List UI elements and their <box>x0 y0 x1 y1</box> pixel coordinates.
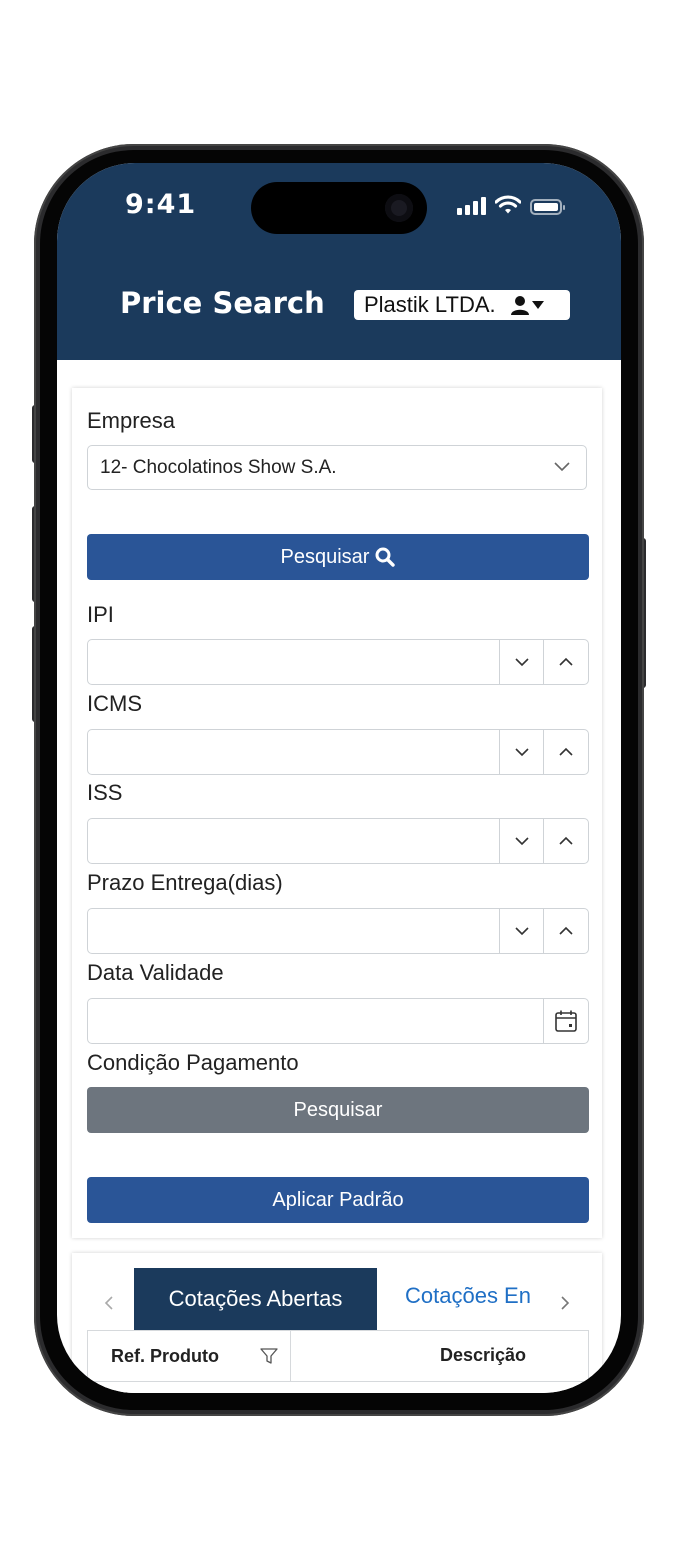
ipi-label: IPI <box>87 602 114 627</box>
chevron-down-icon <box>554 462 570 472</box>
ipi-decrement-button[interactable] <box>499 640 544 684</box>
prazo-increment-button[interactable] <box>543 909 588 953</box>
iss-input[interactable] <box>87 818 589 864</box>
empresa-select[interactable]: 12- Chocolatinos Show S.A. <box>87 445 587 490</box>
user-menu-icon <box>510 295 544 315</box>
prazo-label: Prazo Entrega(dias) <box>87 870 283 895</box>
apply-default-button[interactable]: Aplicar Padrão <box>87 1177 589 1223</box>
column-ref-produto[interactable]: Ref. Produto <box>88 1331 291 1381</box>
chevron-down-icon <box>515 927 529 936</box>
filter-icon[interactable] <box>260 1347 278 1365</box>
empresa-label: Empresa <box>87 408 176 433</box>
condicao-search-label: Pesquisar <box>293 1098 383 1121</box>
icms-label: ICMS <box>87 691 142 716</box>
search-icon <box>375 547 396 567</box>
dynamic-island <box>251 182 427 234</box>
icms-input[interactable] <box>87 729 589 775</box>
chevron-down-icon <box>515 658 529 667</box>
empresa-value: 12- Chocolatinos Show S.A. <box>100 456 337 478</box>
chevron-up-icon <box>559 926 573 935</box>
company-label: Plastik LTDA. <box>364 292 496 317</box>
status-time: 9:41 <box>125 189 197 220</box>
chevron-down-icon <box>515 748 529 757</box>
user-icon <box>510 296 529 315</box>
caret-down-icon <box>531 301 544 309</box>
chevron-up-icon <box>559 747 573 756</box>
signal-icon <box>457 197 486 215</box>
camera-icon <box>385 194 413 222</box>
battery-icon <box>530 199 565 215</box>
chevron-up-icon <box>559 657 573 666</box>
chevron-down-icon <box>515 837 529 846</box>
column-ref-produto-label: Ref. Produto <box>111 1345 219 1366</box>
iss-decrement-button[interactable] <box>499 819 544 863</box>
quotes-card: Cotações Abertas Cotações En Ref. Produt… <box>72 1253 602 1393</box>
search-button-label: Pesquisar <box>280 545 370 568</box>
icms-decrement-button[interactable] <box>499 730 544 774</box>
page-title: Price Search <box>120 286 325 320</box>
ipi-input[interactable] <box>87 639 589 685</box>
search-button[interactable]: Pesquisar <box>87 534 589 580</box>
calendar-icon <box>555 1010 577 1032</box>
condicao-pagamento-label: Condição Pagamento <box>87 1050 299 1075</box>
iss-increment-button[interactable] <box>543 819 588 863</box>
prazo-input[interactable] <box>87 908 589 954</box>
data-validade-label: Data Validade <box>87 960 224 985</box>
data-validade-input[interactable] <box>87 998 589 1044</box>
condicao-search-button[interactable]: Pesquisar <box>87 1087 589 1133</box>
status-icons <box>457 195 565 215</box>
tab-scroll-right-icon[interactable] <box>560 1295 570 1311</box>
filter-card: Empresa 12- Chocolatinos Show S.A. Pesqu… <box>72 388 602 1238</box>
tab-cotacoes-abertas-label: Cotações Abertas <box>168 1286 343 1311</box>
iss-label: ISS <box>87 780 123 805</box>
app-screen: 9:41 Price Search Plastik LTDA. Empresa … <box>57 163 621 1393</box>
tab-cotacoes-encerradas[interactable]: Cotações En <box>405 1283 531 1309</box>
calendar-button[interactable] <box>543 999 588 1043</box>
company-menu-button[interactable]: Plastik LTDA. <box>354 290 570 320</box>
table-header: Ref. Produto Descrição <box>87 1330 589 1382</box>
app-header: 9:41 Price Search Plastik LTDA. <box>57 163 621 360</box>
ipi-increment-button[interactable] <box>543 640 588 684</box>
tab-cotacoes-encerradas-label: Cotações En <box>405 1283 531 1308</box>
tab-cotacoes-abertas[interactable]: Cotações Abertas <box>134 1268 377 1330</box>
column-descricao[interactable]: Descrição <box>440 1345 526 1366</box>
prazo-decrement-button[interactable] <box>499 909 544 953</box>
icms-increment-button[interactable] <box>543 730 588 774</box>
tab-scroll-left-icon[interactable] <box>104 1295 114 1311</box>
apply-default-label: Aplicar Padrão <box>272 1188 404 1211</box>
wifi-icon <box>495 195 521 214</box>
chevron-up-icon <box>559 836 573 845</box>
